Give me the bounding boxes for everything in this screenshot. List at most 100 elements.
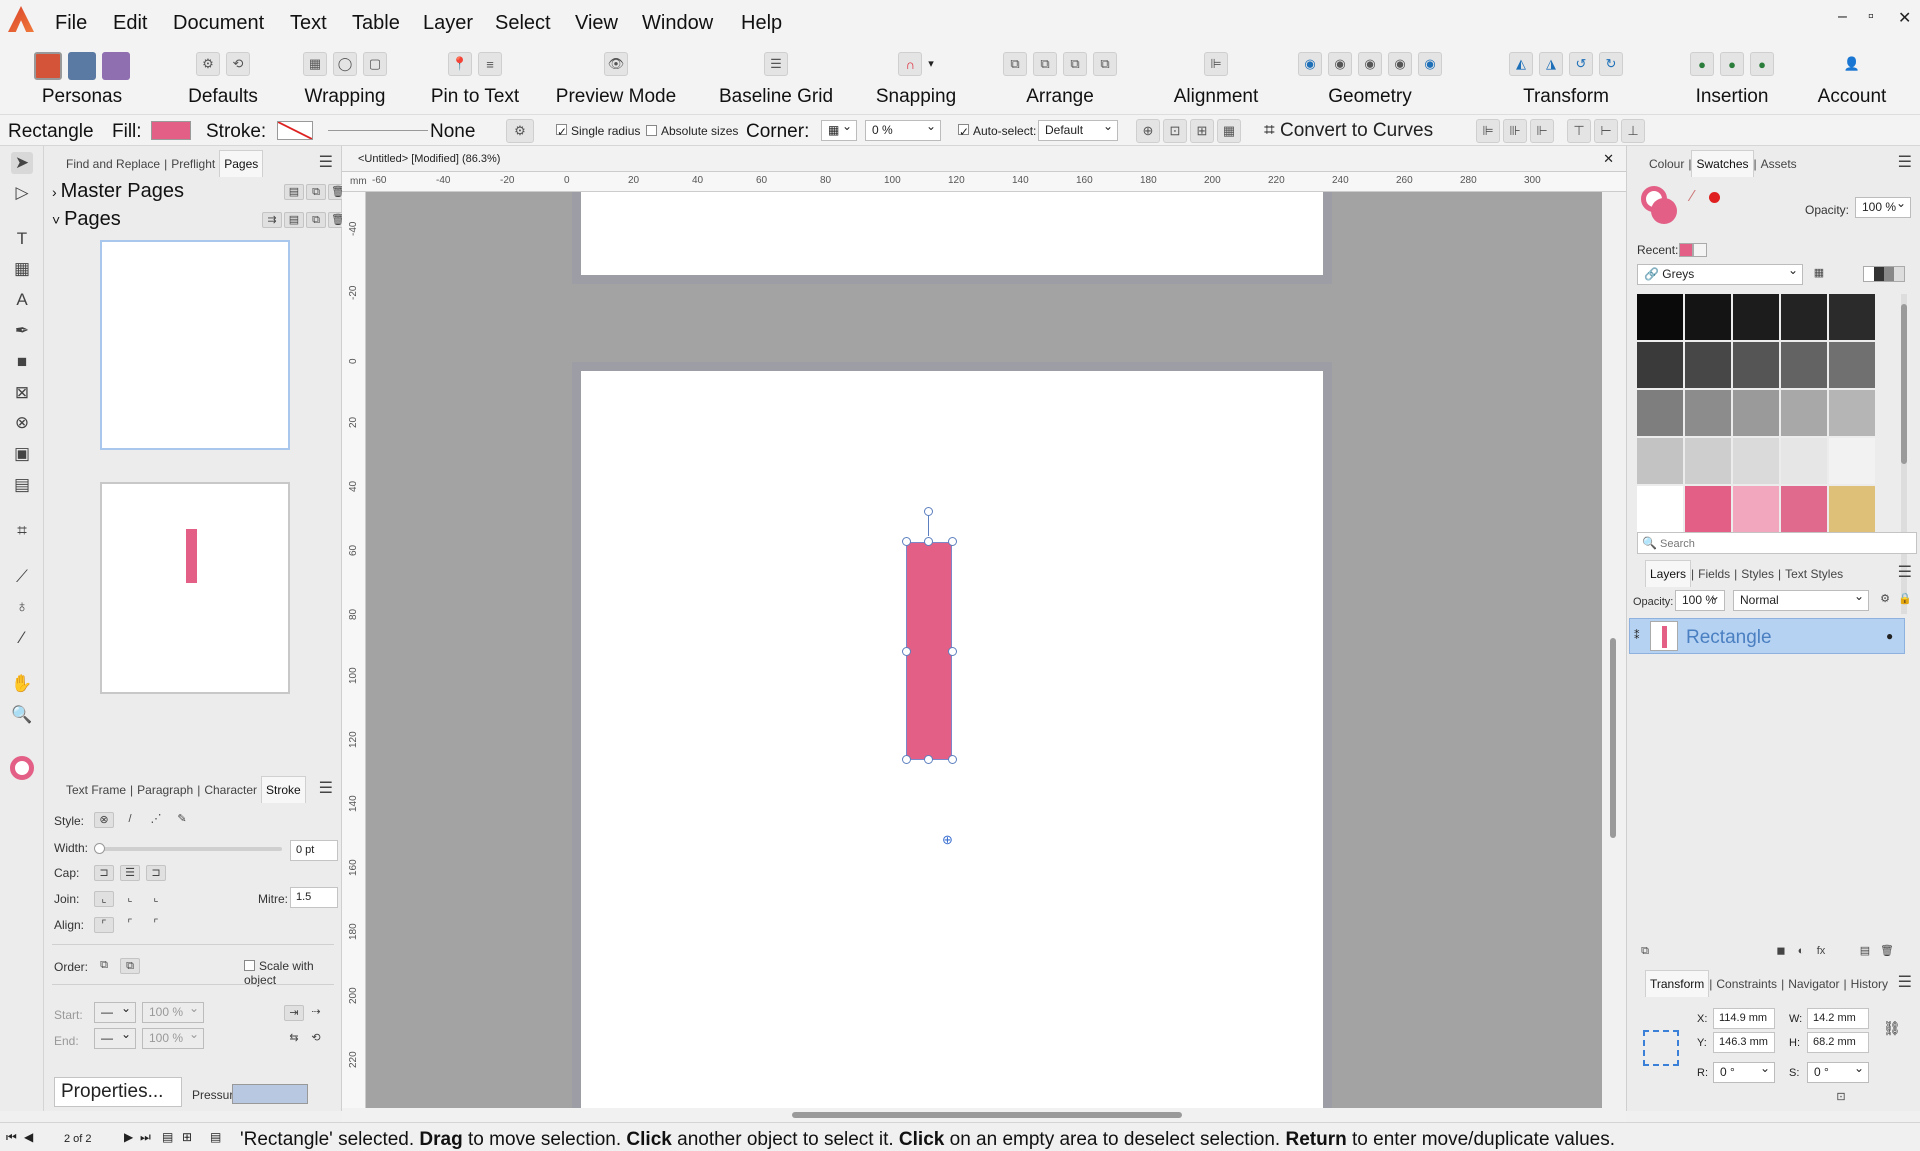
publisher-persona-icon[interactable] (34, 52, 62, 80)
tab-assets[interactable]: Assets (1757, 151, 1801, 177)
handle-bottom-center[interactable] (924, 755, 933, 764)
pin-icon[interactable]: 📍 (448, 52, 472, 76)
table-tool-icon[interactable]: ▦ (11, 258, 33, 280)
align-top-icon[interactable]: ⊤ (1567, 119, 1591, 143)
picture-frame-tool-icon[interactable]: ⊠ (11, 382, 33, 404)
corner-type-dropdown[interactable]: ▦ (821, 119, 857, 141)
transform-origin-icon[interactable]: ⊕ (1136, 119, 1160, 143)
pin-group[interactable]: 📍 ≡ Pin to Text (420, 48, 530, 114)
first-page-icon[interactable]: ⏮ (6, 1130, 17, 1145)
add-icon[interactable]: ◉ (1298, 52, 1322, 76)
handle-top-left[interactable] (902, 537, 911, 546)
properties-button[interactable]: Properties... (54, 1077, 182, 1107)
mitre-field[interactable]: 1.5 (290, 887, 338, 908)
zoom-tool-icon[interactable]: 🔍 (11, 704, 33, 726)
color-picker-tool-icon[interactable]: ⁄ (11, 627, 33, 649)
width-slider[interactable] (94, 843, 282, 854)
tab-constraints[interactable]: Constraints (1712, 971, 1781, 997)
vertical-scroll-thumb[interactable] (1610, 638, 1616, 838)
single-radius-checkbox[interactable]: ✓ Single radius (556, 124, 640, 139)
align-middle-icon[interactable]: ⊢ (1594, 119, 1618, 143)
stroke-panel-menu-icon[interactable]: ☰ (319, 778, 333, 798)
width-field[interactable]: 0 pt (290, 840, 338, 861)
restore-button[interactable]: ▫ (1868, 8, 1874, 26)
color-swatch[interactable] (1685, 390, 1731, 436)
tab-stroke[interactable]: Stroke (261, 776, 306, 803)
notes-icon[interactable]: ▤ (210, 1130, 221, 1144)
add-mask-icon[interactable]: ◼ (1771, 944, 1791, 960)
align-outside-stroke-icon[interactable]: ⌜ (146, 917, 166, 933)
rotate-right-icon[interactable]: ↻ (1599, 52, 1623, 76)
last-page-icon[interactable]: ⏭ (140, 1130, 151, 1145)
start-scale-dropdown[interactable]: 100 % (142, 1001, 204, 1023)
stroke-settings-icon[interactable]: ⚙ (506, 119, 534, 143)
miter-join-icon[interactable]: ⌞ (94, 891, 114, 907)
spread-icon[interactable]: ⊞ (182, 1130, 192, 1144)
handle-bottom-right[interactable] (948, 755, 957, 764)
r-field[interactable]: 0 ° (1713, 1061, 1775, 1083)
align-right-icon[interactable]: ⊩ (1530, 119, 1554, 143)
layer-opacity-dropdown[interactable]: 100 % (1675, 589, 1725, 611)
lock-icon[interactable]: 🔒 (1895, 592, 1915, 608)
wrap-settings-icon[interactable]: ▦ (303, 52, 327, 76)
tab-history[interactable]: History (1847, 971, 1892, 997)
color-swatch[interactable] (1637, 342, 1683, 388)
color-swatch[interactable] (1781, 342, 1827, 388)
geometry-group[interactable]: ◉ ◉ ◉ ◉ ◉ Geometry (1280, 48, 1460, 114)
page-2[interactable] (581, 371, 1323, 1108)
text-frame-tool-icon[interactable]: T (11, 228, 33, 250)
palette-options-icon[interactable]: ▦ (1809, 266, 1829, 282)
move-forward-icon[interactable]: ⧉ (1063, 52, 1087, 76)
master-duplicate-icon[interactable]: ⧉ (306, 184, 326, 200)
horizontal-scroll-thumb[interactable] (792, 1112, 1182, 1118)
place-image-tool-icon[interactable]: ▣ (11, 443, 33, 465)
page-thumbnail-2[interactable] (100, 482, 290, 694)
scale-with-object-checkbox[interactable]: Scale with object (244, 959, 341, 987)
dashed-line-icon[interactable]: ⋰ (146, 812, 166, 828)
palette-dropdown[interactable]: 🔗 Greys (1637, 263, 1803, 285)
s-field[interactable]: 0 ° (1807, 1061, 1869, 1083)
stroke-color-well[interactable] (1651, 198, 1677, 224)
handle-middle-left[interactable] (902, 647, 911, 656)
adjustment-icon[interactable]: ◐ (1791, 944, 1811, 960)
baseline-grid-group[interactable]: ☰ Baseline Grid (710, 48, 842, 114)
move-anchor-icon[interactable]: ⊕ (942, 832, 953, 848)
align-inside-stroke-icon[interactable]: ⌜ (120, 917, 140, 933)
recent-swatch-pink[interactable] (1679, 243, 1693, 257)
move-backward-icon[interactable]: ⧉ (1033, 52, 1057, 76)
color-swatch[interactable] (1781, 438, 1827, 484)
document-tab[interactable]: <Untitled> [Modified] (86.3%) ✕ (342, 146, 1626, 172)
opacity-dropdown[interactable]: 100 % (1855, 196, 1911, 218)
move-back-icon[interactable]: ⧉ (1003, 52, 1027, 76)
alignment-group[interactable]: ⊫ Alignment (1160, 48, 1272, 114)
y-field[interactable]: 146.3 mm (1713, 1032, 1775, 1053)
fx-icon[interactable]: fx (1811, 944, 1831, 960)
horizontal-scrollbar[interactable] (342, 1108, 1626, 1122)
account-user-icon[interactable]: 👤 (1840, 52, 1864, 76)
swatches-menu-icon[interactable]: ☰ (1898, 152, 1912, 172)
page-settings-icon[interactable]: ⇉ (262, 212, 282, 228)
arrow-swap-icon[interactable]: ⇢ (306, 1005, 326, 1021)
menu-edit[interactable]: Edit (113, 12, 147, 35)
color-swatch[interactable] (1733, 438, 1779, 484)
color-swatch[interactable] (1733, 294, 1779, 340)
w-field[interactable]: 14.2 mm (1807, 1008, 1869, 1029)
tab-swatches[interactable]: Swatches (1691, 150, 1754, 177)
tab-colour[interactable]: Colour (1645, 151, 1688, 177)
insert-inside-icon[interactable]: ● (1750, 52, 1774, 76)
menu-view[interactable]: View (575, 12, 618, 35)
tab-navigator[interactable]: Navigator (1784, 971, 1843, 997)
tab-text-styles[interactable]: Text Styles (1781, 561, 1847, 587)
rectangle-tool-icon[interactable]: ■ (11, 351, 33, 373)
baseline-grid-icon[interactable]: ☰ (764, 52, 788, 76)
swatch-search-input[interactable]: 🔍 Search (1637, 532, 1917, 554)
tab-text-frame[interactable]: Text Frame (62, 777, 130, 803)
snapping-group[interactable]: ∩ ▾ Snapping (868, 48, 964, 114)
layer-row-rectangle[interactable]: ⁑ Rectangle ● (1629, 618, 1905, 654)
tab-transform[interactable]: Transform (1645, 970, 1710, 997)
aspect-link-icon[interactable]: ⛓ (1883, 1020, 1901, 1037)
wrapping-group[interactable]: ▦ ◯ ▢ Wrapping (290, 48, 400, 114)
menu-text[interactable]: Text (290, 12, 327, 35)
ellipse-frame-tool-icon[interactable]: ⊗ (11, 412, 33, 434)
pinning-icon[interactable]: ≡ (478, 52, 502, 76)
